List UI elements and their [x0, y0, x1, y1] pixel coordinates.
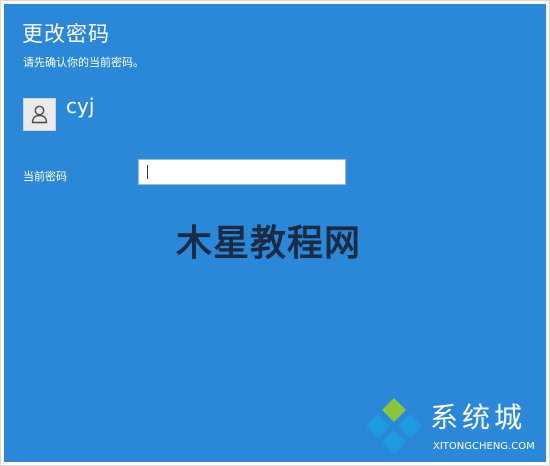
logo-text-en: XITONGCHENG.COM [433, 441, 535, 452]
text-caret [147, 165, 148, 179]
current-password-label: 当前密码 [23, 170, 67, 183]
window-frame: 更改密码 请先确认你的当前密码。 cyj 当前密码 木星教程网 系统城 XITO… [0, 0, 550, 466]
user-icon [31, 105, 48, 124]
page-title: 更改密码 [22, 22, 110, 46]
avatar [23, 98, 56, 131]
watermark-text: 木星教程网 [176, 223, 362, 264]
change-password-panel: 更改密码 请先确认你的当前密码。 cyj 当前密码 木星教程网 系统城 XITO… [4, 4, 546, 462]
page-subtitle: 请先确认你的当前密码。 [23, 56, 144, 69]
current-password-input[interactable] [138, 159, 346, 185]
site-logo: 系统城 XITONGCHENG.COM [360, 394, 546, 462]
diamond-logo-icon [366, 398, 422, 454]
logo-text-cn: 系统城 [430, 401, 527, 434]
username: cyj [66, 94, 95, 118]
